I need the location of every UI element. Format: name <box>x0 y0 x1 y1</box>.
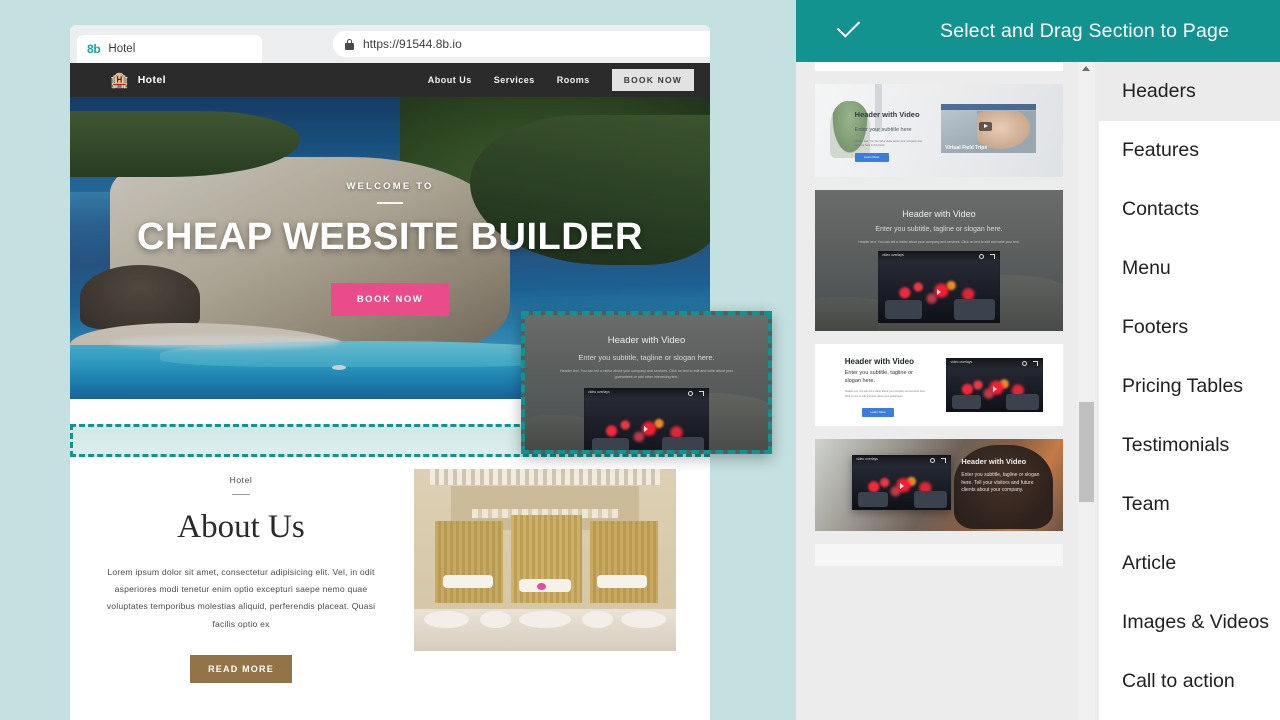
thumb2-subtitle: Enter your subtitle here <box>854 126 912 133</box>
scrollbar-thumb[interactable] <box>1079 402 1094 502</box>
category-item-article[interactable]: Article <box>1099 534 1280 593</box>
about-kicker: Hotel <box>229 475 253 485</box>
hero-title: CHEAP WEBSITE BUILDER <box>137 215 643 258</box>
thumb2-title: Header with Video <box>854 110 920 120</box>
thumb4-button: Learn More <box>862 407 895 417</box>
about-text-column: Hotel About Us Lorem ipsum dolor sit ame… <box>104 469 378 683</box>
lock-icon <box>345 38 354 50</box>
about-divider <box>232 494 250 495</box>
hotel-building-icon: 🏨 <box>110 71 129 89</box>
hero-kicker: WELCOME TO <box>346 180 434 192</box>
thumb4-subtitle: Enter you subtitle, tagline or slogan he… <box>844 370 913 384</box>
thumb4-title: Header with Video <box>844 357 914 367</box>
thumbnail-scrollbar[interactable] <box>1078 62 1095 720</box>
category-item-images-videos[interactable]: Images & Videos <box>1099 593 1280 652</box>
thumb4-paragraph: Header text. You can tell a visitor abou… <box>844 389 926 398</box>
drag-preview-video: video overlays <box>584 387 709 450</box>
panel-title: Select and Drag Section to Page <box>940 19 1230 42</box>
category-item-team[interactable]: Team <box>1099 475 1280 534</box>
dragged-section-preview[interactable]: Header with Video Enter you subtitle, ta… <box>521 311 772 454</box>
thumb3-title: Header with Video <box>902 209 976 219</box>
thumb2-video-caption: Virtual Field Trips <box>945 144 988 151</box>
video-play-icon <box>644 426 648 433</box>
thumb2-video: Virtual Field Trips <box>941 104 1036 153</box>
thumb3-paragraph: Header text. You can tell a visitor abou… <box>858 240 1020 244</box>
category-item-testimonials[interactable]: Testimonials <box>1099 416 1280 475</box>
category-item-contacts[interactable]: Contacts <box>1099 180 1280 239</box>
site-nav-links: About Us Services Rooms BOOK NOW <box>428 69 694 91</box>
site-brand[interactable]: 🏨 Hotel <box>110 73 166 88</box>
drag-preview-title: Header with Video <box>607 335 686 346</box>
thumb2-paragraph: Header text. You can tell a visitor abou… <box>854 139 922 148</box>
video-play-icon <box>979 121 993 131</box>
about-read-more-button[interactable]: READ MORE <box>190 654 292 683</box>
section-picker-panel: Select and Drag Section to Page Header w… <box>796 0 1280 720</box>
address-bar[interactable]: https://91544.8b.io <box>333 31 710 57</box>
video-settings-icon <box>688 390 693 396</box>
thumb3-video: video overlays <box>878 251 1000 324</box>
about-spa-image <box>414 469 676 651</box>
about-body-text: Lorem ipsum dolor sit amet, consectetur … <box>106 567 376 629</box>
category-item-pricing-tables[interactable]: Pricing Tables <box>1099 357 1280 416</box>
hero-book-now-button[interactable]: BOOK NOW <box>330 282 450 316</box>
hero-divider <box>377 201 403 204</box>
video-expand-icon <box>699 390 704 396</box>
about-title: About Us <box>177 509 305 545</box>
category-item-features[interactable]: Features <box>1099 121 1280 180</box>
address-bar-url: https://91544.8b.io <box>363 37 462 51</box>
video-label: video overlays <box>950 359 973 364</box>
check-icon[interactable] <box>834 16 864 46</box>
thumbnail-header-with-video-dark[interactable]: Header with Video Enter you subtitle, ta… <box>815 190 1063 331</box>
drag-preview-content: Header with Video Enter you subtitle, ta… <box>525 315 768 450</box>
category-item-headers[interactable]: Headers <box>1099 62 1280 121</box>
video-play-icon <box>899 483 904 490</box>
app-screen: 8b Hotel https://91544.8b.io 🏨 Hotel Abo… <box>0 0 1280 720</box>
site-favicon-8b: 8b <box>87 42 101 56</box>
video-expand-icon <box>990 254 995 260</box>
video-expand-icon <box>1033 360 1039 366</box>
thumb5-title: Header with Video <box>961 457 1027 467</box>
browser-tab[interactable]: 8b Hotel <box>77 35 262 63</box>
site-navbar: 🏨 Hotel About Us Services Rooms BOOK NOW <box>70 63 710 97</box>
panel-body: Header with Video Enter your subtitle he… <box>796 62 1280 720</box>
section-thumbnail-list[interactable]: Header with Video Enter your subtitle he… <box>796 62 1082 720</box>
thumb5-paragraph: Enter you subtitle, tagline or slogan he… <box>961 472 1040 494</box>
chevron-up-icon[interactable] <box>1082 66 1090 71</box>
nav-link-about-us[interactable]: About Us <box>428 75 472 85</box>
thumbnail-header-with-video-light[interactable]: Header with Video Enter your subtitle he… <box>815 84 1063 177</box>
video-play-icon <box>936 288 941 295</box>
video-label: video overlays <box>856 456 878 461</box>
thumb3-subtitle: Enter you subtitle, tagline or slogan he… <box>875 226 1003 233</box>
browser-chrome: 8b Hotel https://91544.8b.io <box>70 25 710 63</box>
thumb2-button: Learn More <box>854 152 889 162</box>
category-item-call-to-action[interactable]: Call to action <box>1099 652 1280 711</box>
video-label: video overlays <box>882 253 904 258</box>
scrollbar-track[interactable] <box>1078 76 1095 720</box>
category-item-menu[interactable]: Menu <box>1099 239 1280 298</box>
nav-link-services[interactable]: Services <box>494 75 535 85</box>
video-expand-icon <box>941 457 947 463</box>
browser-tab-title: Hotel <box>108 43 136 55</box>
thumbnail-partial[interactable] <box>815 544 1063 566</box>
category-list: Headers Features Contacts Menu Footers P… <box>1099 62 1280 720</box>
thumbnail-flowers-header[interactable] <box>815 62 1063 71</box>
panel-header: Select and Drag Section to Page <box>796 0 1280 62</box>
drag-preview-subtitle: Enter you subtitle, tagline or slogan he… <box>578 353 715 362</box>
drag-preview-paragraph: Header text. You can tell a visitor abou… <box>560 369 733 380</box>
category-item-footers[interactable]: Footers <box>1099 298 1280 357</box>
video-play-icon <box>992 386 997 393</box>
thumbnail-header-with-video-split[interactable]: video overlays Header with Video Enter y… <box>815 439 1063 531</box>
thumbnail-header-with-video-white[interactable]: Header with Video Enter you subtitle, ta… <box>815 344 1063 426</box>
video-label: video overlays <box>588 389 610 394</box>
nav-book-now-button[interactable]: BOOK NOW <box>611 69 694 91</box>
thumb4-video: video overlays <box>946 357 1044 413</box>
thumb5-video: video overlays <box>852 454 952 510</box>
nav-link-rooms[interactable]: Rooms <box>557 75 590 85</box>
site-brand-name: Hotel <box>137 74 166 86</box>
